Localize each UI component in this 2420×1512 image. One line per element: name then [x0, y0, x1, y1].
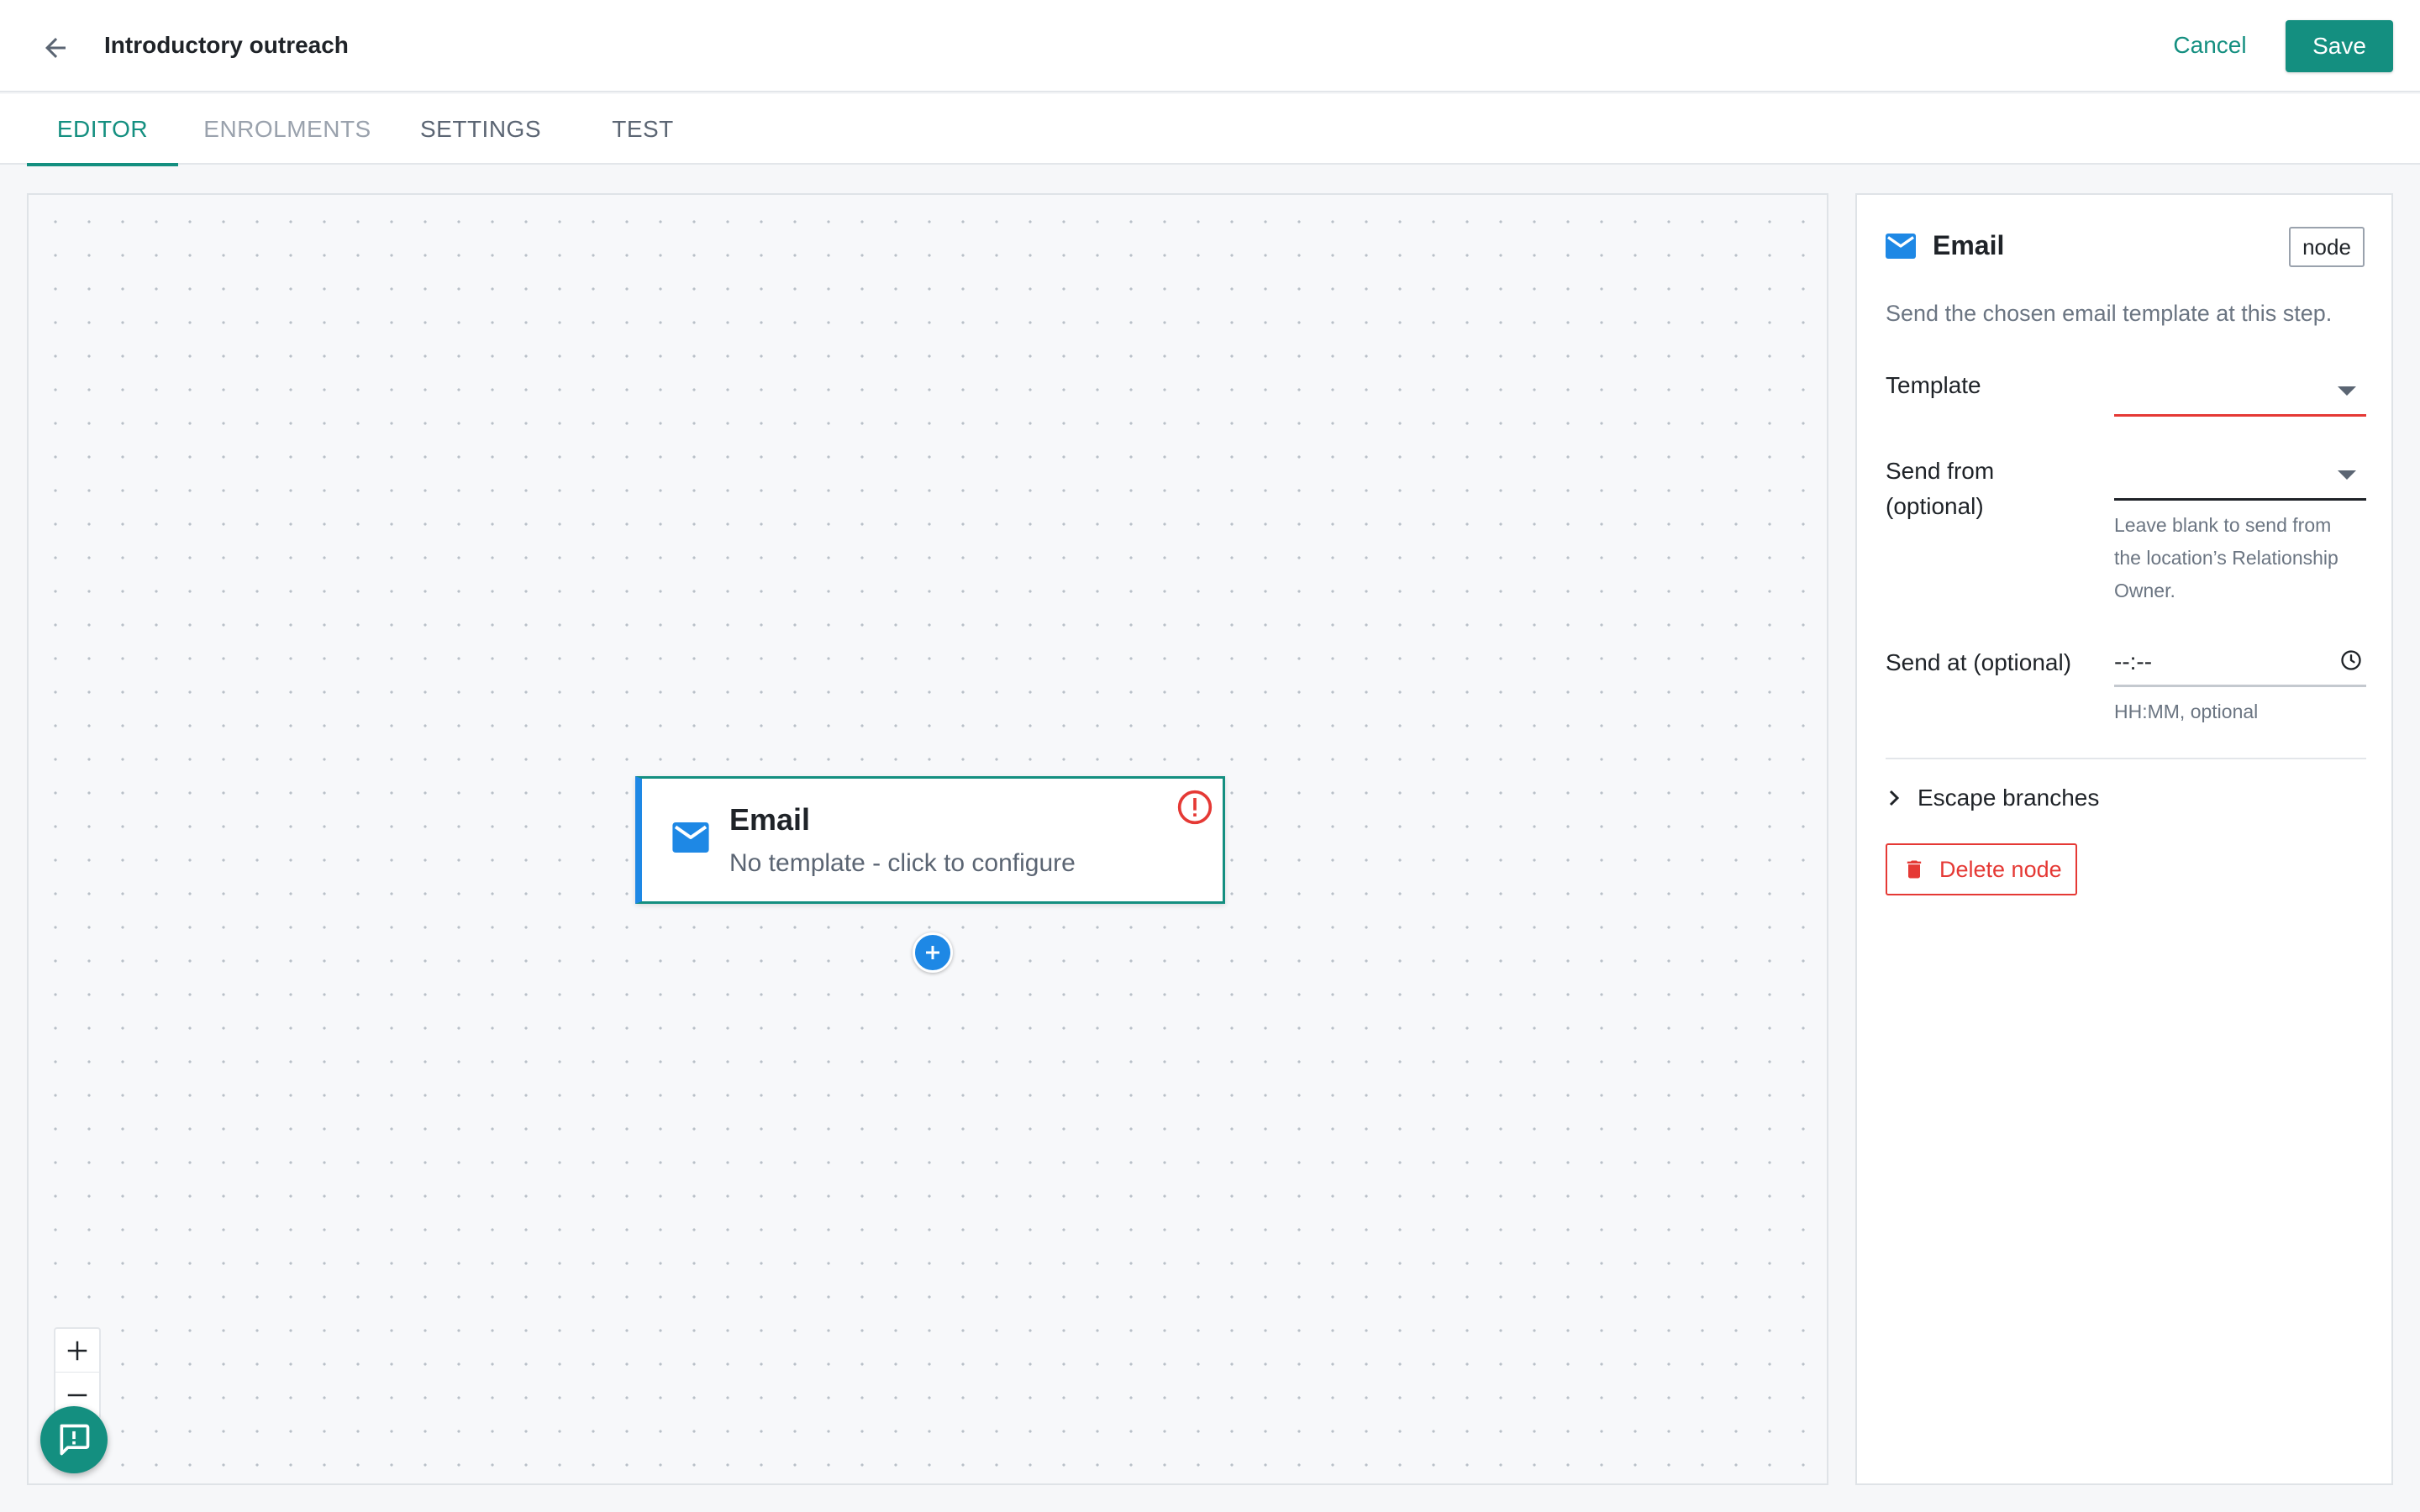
escape-branches-toggle[interactable]: Escape branches: [1886, 780, 2222, 816]
clock-icon[interactable]: [2339, 648, 2363, 672]
template-label: Template: [1886, 372, 1981, 398]
send-from-helper-line3: Owner.: [2114, 580, 2175, 601]
plus-icon: [67, 1341, 87, 1360]
feedback-button[interactable]: [40, 1406, 108, 1473]
node-type-badge: node: [2289, 227, 2365, 267]
email-node[interactable]: Email No template - click to configure: [635, 776, 1225, 904]
send-from-helper: Leave blank to send from the location’s …: [2114, 509, 2366, 607]
minus-icon: [67, 1394, 87, 1397]
feedback-icon: [60, 1424, 90, 1456]
divider: [1886, 758, 2366, 759]
send-at-value: --:--: [2114, 648, 2153, 675]
node-subtitle: No template - click to configure: [729, 849, 1076, 877]
escape-branches-label: Escape branches: [1918, 785, 2100, 811]
panel-title: Email: [1933, 230, 2005, 260]
send-from-label: Send from (optional): [1886, 454, 1994, 524]
node-title: Email: [729, 802, 811, 837]
delete-node-button[interactable]: Delete node: [1886, 843, 2077, 895]
plus-icon: [926, 946, 939, 959]
send-from-label-line1: Send from: [1886, 458, 1995, 484]
send-from-helper-line1: Leave blank to send from: [2114, 514, 2332, 536]
top-bar: Introductory outreach Cancel Save: [0, 0, 2420, 92]
tab-test[interactable]: TEST: [588, 94, 697, 165]
send-at-input[interactable]: --:--: [2114, 640, 2366, 687]
send-at-label: Send at (optional): [1886, 649, 2072, 675]
workflow-canvas[interactable]: Email No template - click to configure: [27, 193, 1828, 1485]
arrow-left-icon: [45, 38, 66, 58]
send-at-helper: HH:MM, optional: [2114, 701, 2259, 722]
template-select[interactable]: [2114, 370, 2366, 417]
tab-editor[interactable]: EDITOR: [27, 94, 178, 166]
caret-down-icon: [2338, 470, 2356, 480]
tab-settings[interactable]: SETTINGS: [407, 94, 555, 165]
save-button[interactable]: Save: [2286, 20, 2393, 72]
tab-enrolments[interactable]: ENROLMENTS: [195, 94, 380, 165]
trash-icon: [1907, 860, 1922, 879]
send-from-underline: [2114, 498, 2366, 501]
page-title: Introductory outreach: [104, 32, 349, 58]
delete-node-label: Delete node: [1939, 856, 2062, 882]
tab-bar: EDITOR ENROLMENTS SETTINGS TEST: [0, 94, 2420, 166]
add-node-button[interactable]: [913, 932, 953, 973]
zoom-in-button[interactable]: [55, 1329, 99, 1373]
chevron-right-icon: [1889, 790, 1900, 806]
alert-circle-icon: [1177, 790, 1213, 825]
send-from-helper-line2: the location’s Relationship: [2114, 547, 2338, 569]
mail-icon: [672, 822, 709, 853]
back-button[interactable]: [37, 29, 74, 66]
template-underline: [2114, 414, 2366, 417]
send-from-select[interactable]: [2114, 454, 2366, 501]
send-at-underline: [2114, 685, 2366, 687]
panel-description: Send the chosen email template at this s…: [1886, 301, 2333, 326]
cancel-button[interactable]: Cancel: [2160, 24, 2260, 67]
send-from-label-line2: (optional): [1886, 493, 1984, 519]
caret-down-icon: [2338, 386, 2356, 396]
mail-icon: [1886, 234, 1916, 259]
node-settings-panel: Email node Send the chosen email templat…: [1855, 193, 2393, 1485]
